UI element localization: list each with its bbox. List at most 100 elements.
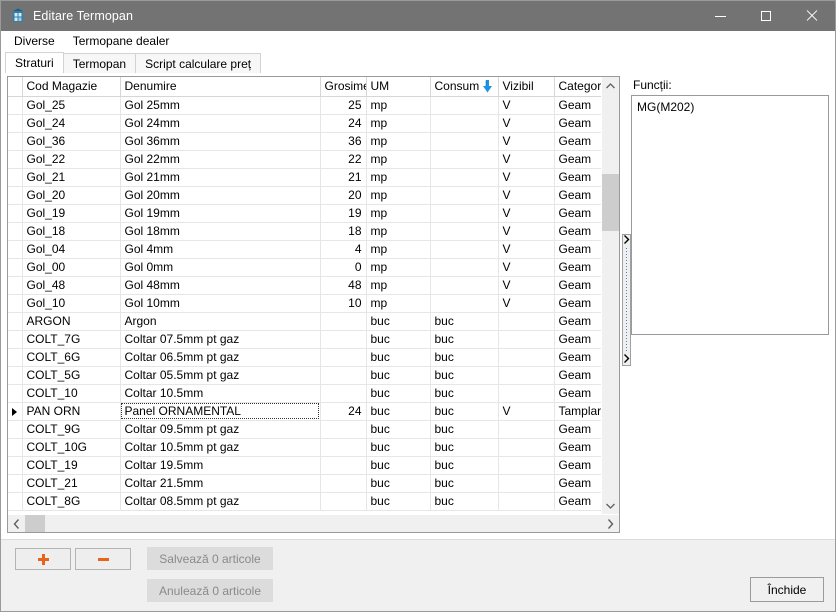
cell-denumire[interactable]: Coltar 19.5mm — [120, 456, 321, 475]
cell-denumire[interactable]: Panel ORNAMENTAL — [120, 402, 321, 421]
cell-categorie[interactable]: Geam — [554, 456, 601, 475]
tab-termopan[interactable]: Termopan — [62, 53, 137, 73]
minimize-button[interactable] — [697, 1, 743, 31]
cell-categorie[interactable]: Geam — [554, 420, 601, 439]
cell-consum[interactable] — [430, 258, 499, 277]
row-marker-cell[interactable] — [8, 456, 23, 475]
row-marker-cell[interactable] — [8, 438, 23, 457]
cell-um[interactable]: buc — [366, 474, 431, 493]
table-row[interactable]: Gol_25 Gol 25mm 25 mp V Geam — [8, 96, 601, 115]
close-button[interactable] — [789, 1, 835, 31]
table-row[interactable]: COLT_7G Coltar 07.5mm pt gaz buc buc Geam — [8, 330, 601, 349]
table-row[interactable]: COLT_21 Coltar 21.5mm buc buc Geam — [8, 474, 601, 493]
cell-denumire[interactable]: Coltar 08.5mm pt gaz — [120, 492, 321, 511]
splitter-collapse-right-icon[interactable] — [623, 354, 630, 365]
cell-consum[interactable] — [430, 132, 499, 151]
cell-denumire[interactable]: Gol 48mm — [120, 276, 321, 295]
cell-denumire[interactable]: Gol 22mm — [120, 150, 321, 169]
cell-grosime[interactable] — [320, 474, 367, 493]
cell-grosime[interactable]: 24 — [320, 402, 367, 421]
menu-item-termopane-dealer[interactable]: Termopane dealer — [64, 32, 179, 51]
scroll-right-button[interactable] — [602, 515, 619, 532]
cell-vizibil[interactable] — [498, 348, 555, 367]
column-header-cod-magazie[interactable]: Cod Magazie — [22, 77, 121, 97]
cell-vizibil[interactable] — [498, 474, 555, 493]
remove-row-button[interactable] — [75, 548, 131, 570]
row-marker-cell[interactable] — [8, 348, 23, 367]
tab-straturi[interactable]: Straturi — [5, 52, 64, 73]
cell-vizibil[interactable]: V — [498, 402, 555, 421]
table-row[interactable]: Gol_19 Gol 19mm 19 mp V Geam — [8, 204, 601, 223]
cell-grosime[interactable]: 4 — [320, 240, 367, 259]
table-row[interactable]: Gol_20 Gol 20mm 20 mp V Geam — [8, 186, 601, 205]
cell-cod[interactable]: Gol_36 — [22, 132, 121, 151]
row-marker-cell[interactable] — [8, 240, 23, 259]
cell-um[interactable]: buc — [366, 402, 431, 421]
cell-grosime[interactable]: 18 — [320, 222, 367, 241]
column-header-categorie[interactable]: CategorieC — [554, 77, 601, 97]
cell-vizibil[interactable]: V — [498, 258, 555, 277]
table-row[interactable]: COLT_6G Coltar 06.5mm pt gaz buc buc Geam — [8, 348, 601, 367]
cell-consum[interactable]: buc — [430, 474, 499, 493]
table-row[interactable]: COLT_19 Coltar 19.5mm buc buc Geam — [8, 456, 601, 475]
cell-cod[interactable]: Gol_10 — [22, 294, 121, 313]
row-marker-cell[interactable] — [8, 150, 23, 169]
cell-denumire[interactable]: Gol 19mm — [120, 204, 321, 223]
cell-grosime[interactable] — [320, 438, 367, 457]
cell-vizibil[interactable]: V — [498, 240, 555, 259]
cell-grosime[interactable]: 21 — [320, 168, 367, 187]
cell-um[interactable]: mp — [366, 168, 431, 187]
cell-consum[interactable] — [430, 186, 499, 205]
cell-um[interactable]: buc — [366, 384, 431, 403]
cell-vizibil[interactable]: V — [498, 114, 555, 133]
cell-vizibil[interactable]: V — [498, 186, 555, 205]
cell-denumire[interactable]: Gol 24mm — [120, 114, 321, 133]
table-row[interactable]: ARGON Argon buc buc Geam — [8, 312, 601, 331]
cell-categorie[interactable]: Geam — [554, 150, 601, 169]
row-marker-cell[interactable] — [8, 132, 23, 151]
cell-vizibil[interactable] — [498, 330, 555, 349]
row-marker-cell[interactable] — [8, 402, 23, 421]
column-header-vizibil[interactable]: Vizibil — [498, 77, 555, 97]
cell-cod[interactable]: Gol_19 — [22, 204, 121, 223]
cell-cod[interactable]: COLT_10 — [22, 384, 121, 403]
cell-cod[interactable]: Gol_20 — [22, 186, 121, 205]
table-row[interactable]: COLT_10G Coltar 10.5mm pt gaz buc buc Geam — [8, 438, 601, 457]
cell-categorie[interactable]: Geam — [554, 222, 601, 241]
table-row[interactable]: Gol_24 Gol 24mm 24 mp V Geam — [8, 114, 601, 133]
cell-consum[interactable]: buc — [430, 312, 499, 331]
cell-cod[interactable]: COLT_21 — [22, 474, 121, 493]
cell-cod[interactable]: COLT_19 — [22, 456, 121, 475]
row-marker-cell[interactable] — [8, 168, 23, 187]
cell-categorie[interactable]: Geam — [554, 330, 601, 349]
cell-categorie[interactable]: Geam — [554, 312, 601, 331]
row-marker-cell[interactable] — [8, 222, 23, 241]
cell-vizibil[interactable]: V — [498, 222, 555, 241]
cell-cod[interactable]: COLT_10G — [22, 438, 121, 457]
cell-denumire[interactable]: Gol 21mm — [120, 168, 321, 187]
cell-vizibil[interactable]: V — [498, 168, 555, 187]
cell-categorie[interactable]: Geam — [554, 132, 601, 151]
cell-categorie[interactable]: Geam — [554, 96, 601, 115]
cell-categorie[interactable]: Geam — [554, 204, 601, 223]
cell-um[interactable]: buc — [366, 420, 431, 439]
cell-categorie[interactable]: Geam — [554, 168, 601, 187]
cell-consum[interactable] — [430, 204, 499, 223]
row-marker-cell[interactable] — [8, 258, 23, 277]
splitter-collapse-left-icon[interactable] — [623, 235, 630, 246]
column-header-consum[interactable]: Consum — [430, 77, 499, 97]
cell-consum[interactable] — [430, 276, 499, 295]
cell-denumire[interactable]: Coltar 10.5mm pt gaz — [120, 438, 321, 457]
cell-grosime[interactable]: 48 — [320, 276, 367, 295]
horizontal-scroll-thumb[interactable] — [25, 515, 45, 532]
cell-grosime[interactable]: 36 — [320, 132, 367, 151]
cell-consum[interactable] — [430, 240, 499, 259]
column-header-um[interactable]: UM — [366, 77, 431, 97]
table-row[interactable]: Gol_10 Gol 10mm 10 mp V Geam — [8, 294, 601, 313]
cell-um[interactable]: mp — [366, 276, 431, 295]
cell-consum[interactable] — [430, 168, 499, 187]
cell-consum[interactable]: buc — [430, 420, 499, 439]
cell-categorie[interactable]: Geam — [554, 294, 601, 313]
cell-vizibil[interactable] — [498, 456, 555, 475]
cell-um[interactable]: buc — [366, 438, 431, 457]
